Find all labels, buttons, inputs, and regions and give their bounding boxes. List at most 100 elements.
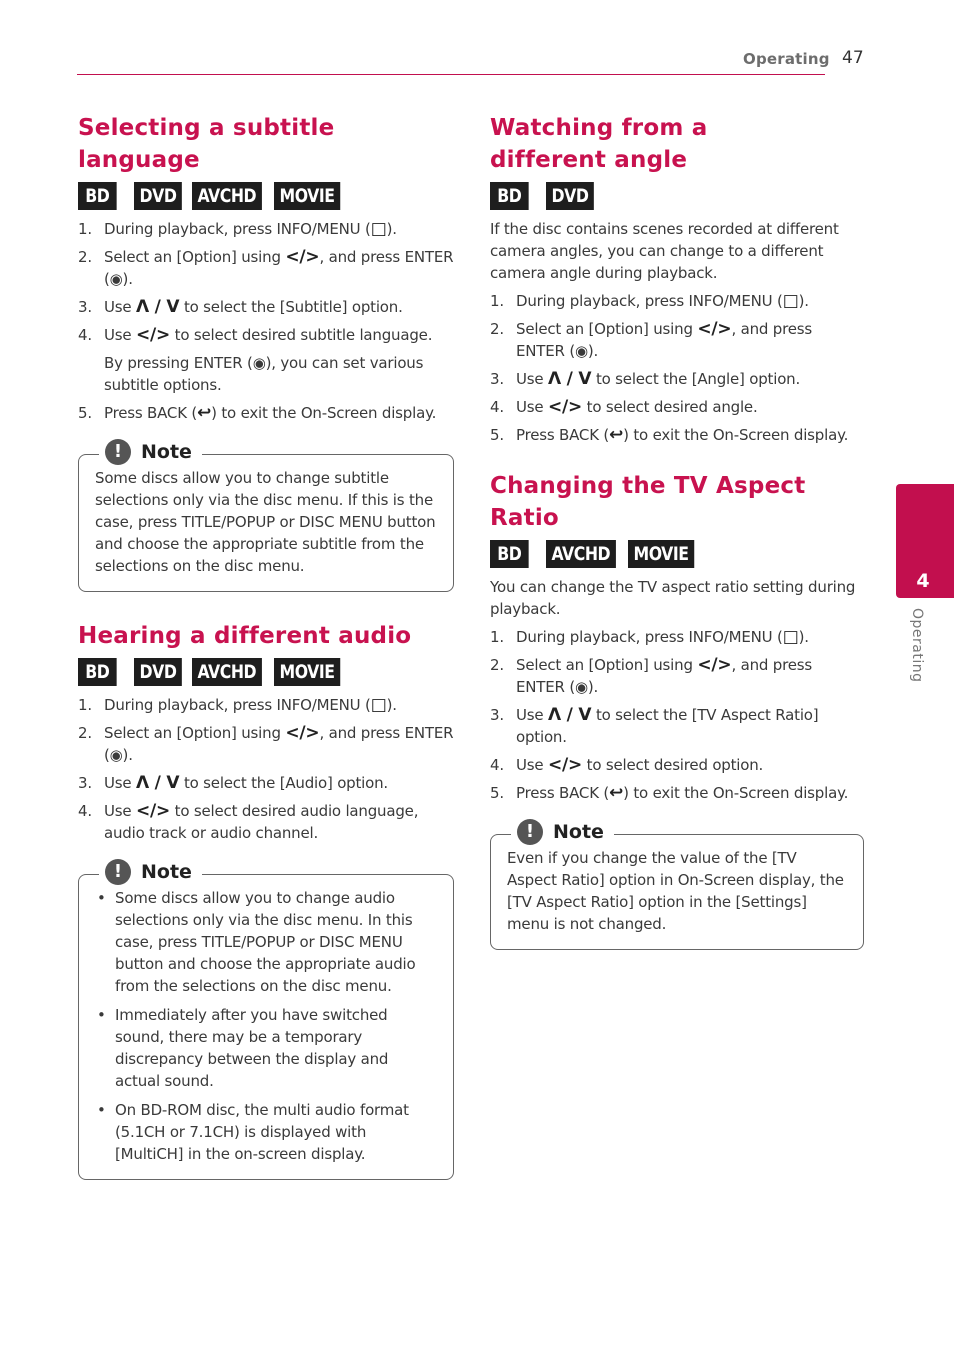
step-item: 4. Use </> to select desired option. — [490, 754, 864, 776]
note-bullet: Immediately after you have switched soun… — [95, 1004, 437, 1092]
right-column: Watching from a different angle BD DVD If… — [490, 112, 864, 950]
step-text: During playback, press INFO/MENU ( — [104, 220, 371, 238]
step-subtext: By pressing ENTER (◉), you can set vario… — [104, 354, 424, 394]
steps-list: 1. During playback, press INFO/MENU (□). 2… — [78, 218, 454, 424]
step-item: 2. Select an [Option] using </>, and pres… — [490, 318, 864, 362]
step-text-after: to select desired option. — [582, 756, 764, 774]
note-text: Some discs allow you to change audio sel… — [95, 887, 437, 1165]
step-number: 4. — [490, 398, 504, 416]
step-item: 2. Select an [Option] using </>, and pres… — [490, 654, 864, 698]
left-right-icon: </> — [285, 247, 320, 267]
exclamation-icon: ! — [105, 859, 131, 885]
step-text-after: ). — [386, 696, 397, 714]
back-icon: ↩ — [197, 403, 212, 423]
left-right-icon: </> — [548, 755, 583, 775]
step-text-after: to select desired subtitle language. — [170, 326, 433, 344]
left-right-icon: </> — [285, 723, 320, 743]
up-down-icon: Λ / V — [136, 773, 180, 793]
note-text: Even if you change the value of the [TV … — [507, 849, 844, 933]
menu-icon: □ — [782, 627, 799, 647]
disc-badge-avchd: AVCHD — [192, 182, 262, 210]
menu-icon: □ — [370, 695, 387, 715]
step-item: 1. During playback, press INFO/MENU (□). — [490, 290, 864, 312]
chapter-number: 4 — [916, 570, 930, 592]
intro-text: You can change the TV aspect ratio setti… — [490, 578, 856, 618]
step-number: 5. — [490, 426, 504, 444]
step-text: Use — [104, 298, 136, 316]
left-right-icon: </> — [548, 397, 583, 417]
note-title: Note — [553, 821, 604, 843]
disc-badge-avchd: AVCHD — [546, 540, 616, 568]
disc-type-badges: BD AVCHD MOVIE — [490, 540, 864, 568]
note-title: Note — [141, 441, 192, 463]
step-number: 5. — [490, 784, 504, 802]
step-item: 4. Use </> to select desired angle. — [490, 396, 864, 418]
note-header: ! Note — [99, 439, 202, 465]
step-text: Select an [Option] using — [104, 724, 286, 742]
section-title: Changing the TV Aspect Ratio — [490, 473, 806, 531]
section-angle: Watching from a different angle BD DVD If… — [490, 112, 864, 446]
step-text-after: to select the [Audio] option. — [179, 774, 388, 792]
step-item: 2. Select an [Option] using </>, and pres… — [78, 246, 454, 290]
step-item: 3. Use Λ / V to select the [Angle] option… — [490, 368, 864, 390]
step-number: 2. — [78, 724, 92, 742]
step-number: 1. — [490, 292, 504, 310]
step-item: 5. Press BACK (↩) to exit the On-Screen d… — [490, 782, 864, 804]
step-text-after: ) to exit the On-Screen display. — [211, 404, 437, 422]
note-box: ! Note Some discs allow you to change au… — [78, 859, 454, 1180]
step-item: 5. Press BACK (↩) to exit the On-Screen d… — [490, 424, 864, 446]
note-header: ! Note — [99, 859, 202, 885]
disc-type-badges: BD DVD AVCHD MOVIE — [78, 658, 454, 686]
disc-type-badges: BD DVD — [490, 182, 864, 210]
step-number: 4. — [78, 326, 92, 344]
step-text: Select an [Option] using — [516, 320, 698, 338]
note-bullet: Some discs allow you to change audio sel… — [95, 887, 437, 997]
step-item: 1. During playback, press INFO/MENU (□). — [78, 218, 454, 240]
menu-icon: □ — [782, 291, 799, 311]
disc-badge-bd: BD — [78, 658, 117, 686]
step-number: 2. — [490, 656, 504, 674]
step-item: 5. Press BACK (↩) to exit the On-Screen d… — [78, 402, 454, 424]
note-text: Some discs allow you to change subtitle … — [95, 469, 436, 575]
step-text: Use — [104, 326, 136, 344]
up-down-icon: Λ / V — [136, 297, 180, 317]
steps-list: 1. During playback, press INFO/MENU (□). 2… — [490, 290, 864, 446]
step-text: Use — [516, 706, 548, 724]
chapter-tab: 4 — [896, 484, 954, 598]
step-text-after: to select the [Subtitle] option. — [179, 298, 403, 316]
step-item: 4. Use </> to select desired audio langua… — [78, 800, 454, 844]
step-text-after: ) to exit the On-Screen display. — [623, 784, 849, 802]
step-number: 2. — [78, 248, 92, 266]
step-text: Press BACK ( — [516, 426, 610, 444]
step-text-after: ). — [798, 628, 809, 646]
step-number: 5. — [78, 404, 92, 422]
step-text: Press BACK ( — [516, 784, 610, 802]
section-aspect: Changing the TV Aspect Ratio BD AVCHD MOVI… — [490, 470, 864, 950]
step-text-after: to select desired angle. — [582, 398, 758, 416]
step-text: Use — [516, 370, 548, 388]
step-item: 2. Select an [Option] using </>, and pres… — [78, 722, 454, 766]
disc-badge-dvd: DVD — [134, 658, 182, 686]
left-column: Selecting a subtitle language BD DVD AVCHD… — [78, 112, 454, 1180]
disc-badge-bd: BD — [490, 182, 529, 210]
left-right-icon: </> — [697, 319, 732, 339]
step-item: 1. During playback, press INFO/MENU (□). — [78, 694, 454, 716]
section-audio: Hearing a different audio BD DVD AVCHD MOVI… — [78, 620, 454, 1180]
left-right-icon: </> — [697, 655, 732, 675]
note-header: ! Note — [511, 819, 614, 845]
disc-badge-movie: MOVIE — [273, 658, 340, 686]
back-icon: ↩ — [609, 425, 624, 445]
step-number: 4. — [78, 802, 92, 820]
section-subtitle: Selecting a subtitle language BD DVD AVCHD… — [78, 112, 454, 592]
step-text-after: ) to exit the On-Screen display. — [623, 426, 849, 444]
left-right-icon: </> — [136, 325, 171, 345]
header-divider — [77, 74, 825, 75]
step-text: During playback, press INFO/MENU ( — [516, 292, 783, 310]
disc-badge-movie: MOVIE — [627, 540, 694, 568]
disc-type-badges: BD DVD AVCHD MOVIE — [78, 182, 454, 210]
intro-text: If the disc contains scenes recorded at … — [490, 220, 839, 282]
up-down-icon: Λ / V — [548, 369, 592, 389]
step-number: 1. — [78, 696, 92, 714]
note-title: Note — [141, 861, 192, 883]
step-number: 4. — [490, 756, 504, 774]
